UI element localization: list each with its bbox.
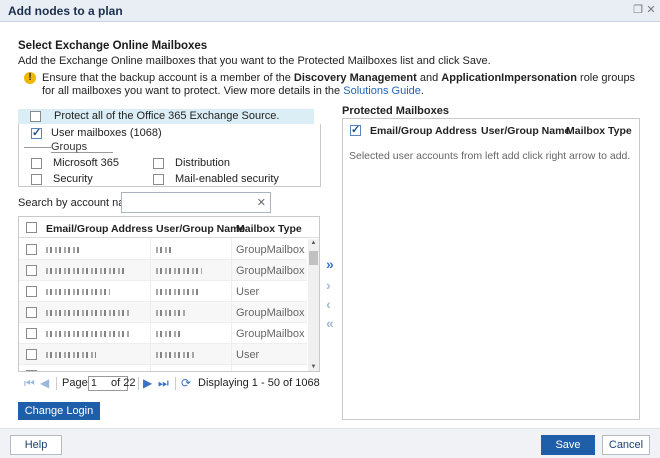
- protected-select-all-checkbox[interactable]: [350, 123, 361, 136]
- row-checkbox[interactable]: [26, 307, 37, 318]
- restore-icon[interactable]: ❐: [632, 4, 644, 16]
- table-row[interactable]: User: [19, 281, 307, 302]
- row-checkbox[interactable]: [26, 286, 37, 297]
- add-selected-icon[interactable]: ›: [326, 277, 331, 293]
- distribution-label: Distribution: [175, 157, 231, 169]
- security-checkbox[interactable]: [31, 174, 42, 185]
- mailbox-type-cell: GroupMailbox: [236, 328, 305, 340]
- protect-all-checkbox[interactable]: [30, 111, 41, 122]
- protect-all-option[interactable]: Protect all of the Office 365 Exchange S…: [18, 109, 314, 124]
- page-total: of 22: [111, 377, 136, 389]
- redacted-user-name: [156, 268, 202, 274]
- scroll-down-icon[interactable]: ▼: [308, 364, 319, 370]
- protected-column-user-name[interactable]: User/Group Name: [481, 125, 570, 137]
- protected-grid-header: Email/Group Address User/Group Name Mail…: [343, 119, 639, 140]
- mail-enabled-security-label: Mail-enabled security: [175, 173, 279, 185]
- save-button[interactable]: Save: [541, 435, 595, 455]
- mailbox-source-panel: User mailboxes (1068) Groups Microsoft 3…: [18, 124, 321, 187]
- search-input[interactable]: ✕: [121, 192, 271, 213]
- column-user-name[interactable]: User/Group Name: [156, 223, 245, 235]
- mailbox-type-cell: User: [236, 286, 260, 298]
- redacted-email: [46, 247, 82, 253]
- paging-status: Displaying 1 - 50 of 1068: [198, 377, 320, 389]
- mailbox-type-cell: User: [236, 349, 260, 361]
- security-label: Security: [53, 173, 93, 185]
- redacted-email: [46, 310, 130, 316]
- remove-selected-icon[interactable]: ‹: [326, 296, 331, 312]
- warning-text: Ensure that the backup account is a memb…: [42, 72, 636, 97]
- row-checkbox[interactable]: [26, 349, 37, 360]
- protect-all-label: Protect all of the Office 365 Exchange S…: [54, 110, 280, 122]
- redacted-email: [46, 352, 96, 358]
- row-checkbox[interactable]: [26, 370, 37, 371]
- last-page-icon[interactable]: ⏭: [158, 376, 169, 391]
- user-mailboxes-label: User mailboxes (1068): [51, 127, 162, 139]
- row-checkbox[interactable]: [26, 244, 37, 255]
- first-page-icon[interactable]: ⏮: [24, 376, 35, 391]
- protected-mailboxes-list: Email/Group Address User/Group Name Mail…: [342, 118, 640, 420]
- cancel-button[interactable]: Cancel: [602, 435, 650, 455]
- close-icon[interactable]: ✕: [645, 4, 657, 16]
- footer-bar: Help Save Cancel: [0, 428, 660, 458]
- groups-divider: [24, 147, 51, 148]
- refresh-icon[interactable]: ⟳: [181, 376, 191, 390]
- microsoft365-checkbox[interactable]: [31, 158, 42, 169]
- redacted-user-name: [156, 352, 194, 358]
- redacted-email: [46, 331, 130, 337]
- mailbox-type-cell: GroupMailbox: [236, 265, 305, 277]
- mailbox-grid: Email/Group Address User/Group Name Mail…: [18, 216, 320, 372]
- help-button[interactable]: Help: [10, 435, 62, 455]
- grid-scrollbar[interactable]: ▲ ▼: [308, 239, 319, 371]
- table-row[interactable]: GroupMailbox: [19, 302, 307, 323]
- table-row[interactable]: User: [19, 344, 307, 365]
- redacted-user-name: [156, 289, 198, 295]
- prev-page-icon[interactable]: ◀: [40, 376, 49, 390]
- protected-column-mailbox-type[interactable]: Mailbox Type: [566, 125, 632, 137]
- add-all-icon[interactable]: »: [326, 256, 334, 272]
- column-email[interactable]: Email/Group Address: [46, 223, 153, 235]
- protected-mailboxes-title: Protected Mailboxes: [342, 105, 449, 117]
- table-row[interactable]: GroupMailbox: [19, 239, 307, 260]
- page-label: Page: [62, 377, 88, 389]
- table-row[interactable]: GroupMailbox: [19, 323, 307, 344]
- distribution-checkbox[interactable]: [153, 158, 164, 169]
- table-row[interactable]: GroupMailbox: [19, 365, 307, 371]
- protected-column-email[interactable]: Email/Group Address: [370, 125, 477, 137]
- row-checkbox[interactable]: [26, 265, 37, 276]
- remove-all-icon[interactable]: «: [326, 315, 334, 331]
- solutions-guide-link[interactable]: Solutions Guide: [343, 85, 421, 97]
- mail-enabled-security-checkbox[interactable]: [153, 174, 164, 185]
- column-mailbox-type[interactable]: Mailbox Type: [236, 223, 302, 235]
- user-mailboxes-checkbox[interactable]: [31, 126, 42, 139]
- window-title: Add nodes to a plan: [8, 4, 123, 18]
- redacted-email: [46, 268, 126, 274]
- redacted-user-name: [156, 310, 186, 316]
- grid-header: Email/Group Address User/Group Name Mail…: [19, 217, 319, 238]
- title-bar: Add nodes to a plan ❐ ✕: [0, 0, 660, 22]
- page-description: Add the Exchange Online mailboxes that y…: [18, 55, 491, 67]
- page-heading: Select Exchange Online Mailboxes: [18, 40, 208, 52]
- scroll-thumb[interactable]: [309, 251, 318, 265]
- mailbox-type-cell: GroupMailbox: [236, 244, 305, 256]
- clear-icon[interactable]: ✕: [257, 196, 266, 209]
- redacted-email: [46, 289, 110, 295]
- mailbox-type-cell: GroupMailbox: [236, 370, 304, 371]
- warning-icon: !: [24, 72, 36, 84]
- microsoft365-label: Microsoft 365: [53, 157, 120, 169]
- groups-label: Groups: [51, 141, 113, 153]
- mailbox-type-cell: GroupMailbox: [236, 307, 305, 319]
- scroll-up-icon[interactable]: ▲: [308, 240, 319, 246]
- next-page-icon[interactable]: ▶: [143, 376, 152, 390]
- protected-empty-text: Selected user accounts from left add cli…: [349, 150, 631, 162]
- row-checkbox[interactable]: [26, 328, 37, 339]
- redacted-user-name: [156, 331, 180, 337]
- pager: ⏮ ◀ Page 1 of 22 ▶ ⏭ ⟳ Displaying 1 - 50…: [18, 374, 320, 394]
- change-login-button[interactable]: Change Login: [18, 402, 100, 420]
- redacted-user-name: [156, 247, 172, 253]
- table-row[interactable]: GroupMailbox: [19, 260, 307, 281]
- select-all-checkbox[interactable]: [26, 222, 37, 233]
